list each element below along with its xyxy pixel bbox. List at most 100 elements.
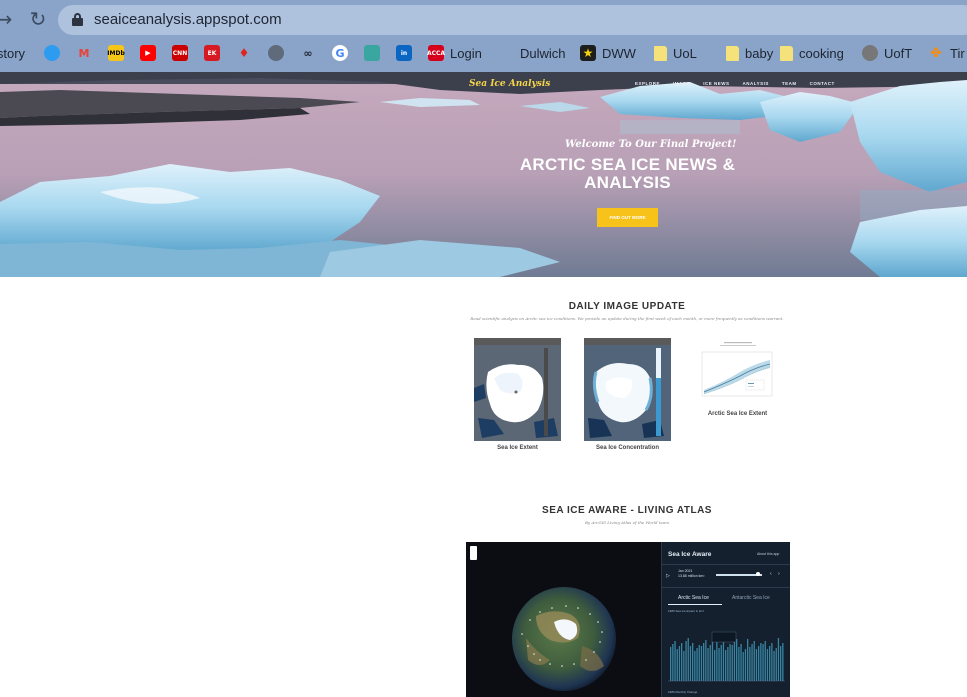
extent-bar[interactable]: [731, 645, 733, 681]
bookmark-label: UofT: [884, 45, 913, 61]
tab-arctic-sea-ice[interactable]: Arctic Sea Ice: [678, 595, 709, 601]
extent-bar[interactable]: [755, 649, 758, 681]
extent-bar[interactable]: [703, 643, 705, 681]
nav-analysis[interactable]: ANALYSIS: [743, 81, 769, 86]
bookmark-tripadvisor[interactable]: ∞: [300, 43, 316, 63]
bookmark-login[interactable]: ACCA Login: [427, 43, 482, 63]
extent-bar[interactable]: [698, 645, 700, 681]
extent-bar[interactable]: [773, 651, 775, 681]
extent-bar[interactable]: [725, 650, 727, 681]
extent-bar[interactable]: [729, 644, 731, 681]
extent-bar[interactable]: [678, 646, 681, 681]
nav-team[interactable]: TEAM: [782, 81, 797, 86]
bookmark-globe[interactable]: [268, 43, 284, 63]
bookmark-flame[interactable]: ♦: [236, 43, 252, 63]
extent-bar[interactable]: [777, 638, 780, 681]
extent-bar[interactable]: [727, 647, 729, 681]
globe-graphic[interactable]: [466, 542, 661, 697]
extent-bar[interactable]: [766, 649, 769, 681]
extent-bar[interactable]: [711, 642, 714, 681]
extent-bar[interactable]: [709, 645, 711, 681]
extent-bar[interactable]: [670, 647, 672, 681]
extent-bar[interactable]: [722, 642, 725, 681]
extent-bar[interactable]: [676, 649, 678, 681]
extent-bar[interactable]: [718, 648, 720, 681]
extent-bar[interactable]: [720, 645, 722, 681]
bookmark-cooking[interactable]: cooking: [780, 43, 844, 63]
bookmark-youtube[interactable]: ▶: [140, 43, 156, 63]
extent-bar[interactable]: [764, 641, 766, 681]
sea-ice-extent-image[interactable]: [474, 338, 561, 441]
extent-bar[interactable]: [747, 639, 749, 681]
extent-bar[interactable]: [742, 652, 744, 681]
living-atlas-title: SEA ICE AWARE - LIVING ATLAS: [542, 505, 712, 516]
extent-bar[interactable]: [751, 644, 753, 681]
step-back-icon[interactable]: ‹: [770, 571, 772, 577]
bookmark-dulwich[interactable]: Dulwich: [520, 43, 566, 63]
bookmark-cnn[interactable]: CNN: [172, 43, 188, 63]
tab-antarctic-sea-ice[interactable]: Antarctic Sea Ice: [732, 595, 770, 601]
extent-bar[interactable]: [780, 646, 782, 681]
bookmark-gmail[interactable]: M: [76, 43, 92, 63]
nav-contact[interactable]: CONTACT: [810, 81, 835, 86]
extent-bar[interactable]: [700, 646, 703, 681]
extent-bar[interactable]: [694, 651, 696, 681]
arctic-sea-ice-extent-chart[interactable]: [694, 338, 781, 404]
about-app-link[interactable]: About this app: [757, 552, 779, 556]
nav-explore[interactable]: EXPLORE: [635, 81, 660, 86]
extent-bar[interactable]: [775, 648, 777, 681]
extent-bar[interactable]: [749, 647, 751, 681]
extent-bar[interactable]: [696, 648, 698, 681]
extent-bar[interactable]: [769, 646, 771, 681]
extent-bar[interactable]: [744, 649, 747, 681]
bookmark-pattern[interactable]: [364, 43, 380, 63]
bookmark-tir[interactable]: ✤ Tir: [928, 43, 965, 63]
extent-bar[interactable]: [683, 651, 685, 681]
extent-bar[interactable]: [716, 640, 718, 681]
forward-icon[interactable]: →: [0, 8, 14, 30]
bookmark-uoft[interactable]: UofT: [862, 43, 912, 63]
extent-bar[interactable]: [672, 644, 674, 681]
extent-bar[interactable]: [674, 641, 676, 681]
bookmark-google[interactable]: G: [332, 43, 348, 63]
extent-bar[interactable]: [738, 647, 740, 681]
extent-bar[interactable]: [689, 646, 692, 681]
slider-handle[interactable]: [756, 572, 760, 576]
extent-bar[interactable]: [681, 643, 683, 681]
monthly-extent-bars[interactable]: [668, 616, 785, 682]
extent-bar[interactable]: [782, 643, 784, 681]
bookmark-linkedin[interactable]: in: [396, 43, 412, 63]
bookmark-dww[interactable]: ★ DWW: [580, 43, 636, 63]
extent-bar[interactable]: [705, 640, 707, 681]
site-logo[interactable]: Sea Ice Analysis: [469, 79, 550, 89]
extent-bar[interactable]: [753, 641, 755, 681]
extent-bar[interactable]: [692, 643, 694, 681]
extent-line-graphic: [694, 338, 781, 404]
extent-bar[interactable]: [760, 643, 762, 681]
extent-bar[interactable]: [687, 638, 689, 681]
extent-bar[interactable]: [740, 644, 742, 681]
extent-bar[interactable]: [733, 642, 736, 681]
bookmark-istory[interactable]: istory: [0, 43, 25, 63]
extent-bar[interactable]: [685, 641, 687, 681]
extent-bar[interactable]: [758, 646, 760, 681]
bookmark-baby[interactable]: baby: [726, 43, 773, 63]
extent-bar[interactable]: [771, 643, 773, 681]
nav-ice-news[interactable]: ICE NEWS: [703, 81, 729, 86]
extent-bar[interactable]: [707, 648, 709, 681]
reload-icon[interactable]: ↻: [28, 8, 48, 30]
extent-bar[interactable]: [762, 644, 764, 681]
sea-ice-concentration-image[interactable]: [584, 338, 671, 441]
nav-image[interactable]: IMAGE: [673, 81, 690, 86]
find-out-more-button[interactable]: FIND OUT MORE: [597, 208, 658, 227]
living-atlas-embed[interactable]: Sea Ice Aware About this app ▷ Jan 2021 …: [466, 542, 790, 697]
bookmark-uol[interactable]: UoL: [654, 43, 697, 63]
play-icon[interactable]: ▷: [666, 573, 670, 579]
step-forward-icon[interactable]: ›: [778, 571, 780, 577]
extent-bar[interactable]: [736, 639, 738, 681]
bookmark-imdb[interactable]: IMDb: [107, 43, 125, 63]
bookmark-ek[interactable]: EK: [204, 43, 220, 63]
bookmark-circle[interactable]: [44, 43, 60, 63]
url-field[interactable]: seaiceanalysis.appspot.com: [58, 5, 967, 35]
extent-bar[interactable]: [714, 650, 716, 681]
